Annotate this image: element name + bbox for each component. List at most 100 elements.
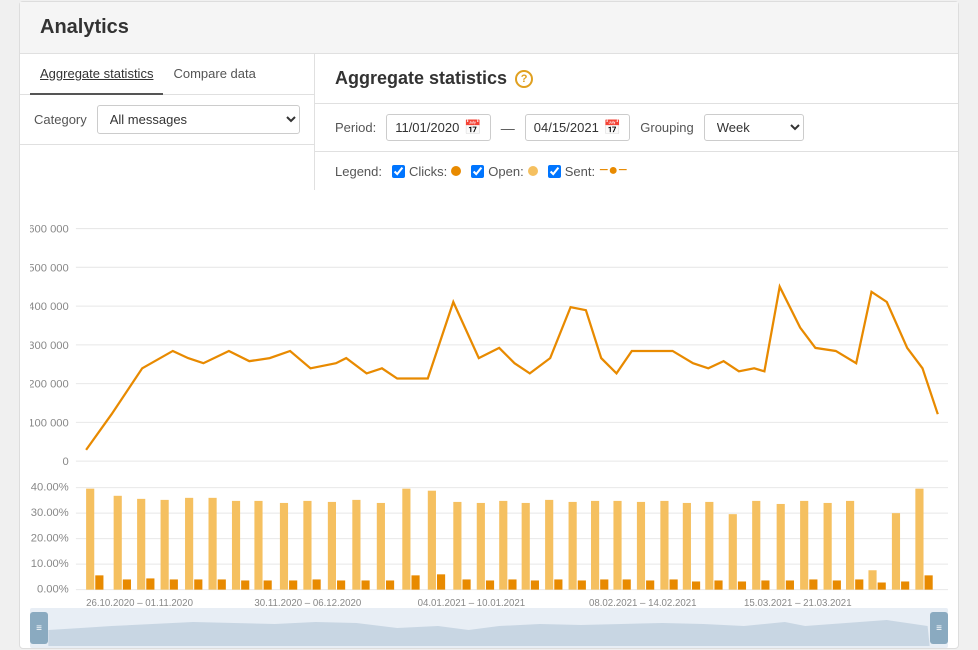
- svg-text:500 000: 500 000: [30, 262, 69, 274]
- svg-text:30.00%: 30.00%: [31, 507, 69, 519]
- bar-click-14: [411, 575, 419, 589]
- bar-open-23: [613, 501, 621, 590]
- svg-text:400 000: 400 000: [30, 301, 69, 313]
- date-separator: —: [501, 120, 515, 136]
- svg-text:30.11.2020 – 06.12.2020: 30.11.2020 – 06.12.2020: [254, 598, 361, 608]
- bar-click-6: [218, 579, 226, 589]
- bar-click-20: [554, 579, 562, 589]
- bar-click-26: [692, 581, 700, 589]
- bar-click-16: [462, 579, 470, 589]
- scrollbar-handle-right[interactable]: ≡: [930, 612, 948, 644]
- bar-click-22: [600, 579, 608, 589]
- app-container: Analytics Aggregate statistics Compare d…: [19, 1, 959, 649]
- legend-sent-icon: −●−: [599, 162, 627, 180]
- bar-open-19: [522, 503, 530, 590]
- calendar-start-icon: 📅: [464, 119, 481, 136]
- calendar-end-icon: 📅: [604, 119, 621, 136]
- bar-open-12: [352, 500, 360, 590]
- legend-clicks-checkbox[interactable]: [392, 165, 405, 178]
- svg-text:100 000: 100 000: [30, 417, 69, 429]
- bar-click-1: [95, 575, 103, 589]
- bar-click-18: [508, 579, 516, 589]
- bar-open-35: [892, 513, 900, 590]
- bar-click-4: [170, 579, 178, 589]
- bar-open-20: [545, 500, 553, 590]
- scrollbar-handle-left[interactable]: ≡: [30, 612, 48, 644]
- bar-click-21: [578, 580, 586, 589]
- app-title: Analytics: [40, 16, 938, 39]
- legend-sent-checkbox[interactable]: [548, 165, 561, 178]
- legend-sent: Sent: −●−: [548, 162, 628, 180]
- sent-line: [86, 287, 938, 450]
- svg-text:20.00%: 20.00%: [31, 533, 69, 545]
- bar-open-21: [569, 502, 577, 590]
- bar-open-16: [453, 502, 461, 590]
- help-icon[interactable]: ?: [515, 70, 533, 88]
- bar-open-4: [161, 500, 169, 590]
- grouping-select[interactable]: Day Week Month: [704, 114, 804, 141]
- bar-click-29: [761, 580, 769, 589]
- bar-open-27: [705, 502, 713, 590]
- svg-text:40.00%: 40.00%: [31, 482, 69, 494]
- bar-open-9: [280, 503, 288, 590]
- bar-click-17: [486, 580, 494, 589]
- category-label: Category: [34, 112, 87, 127]
- date-start-input[interactable]: 11/01/2020 📅: [386, 114, 491, 141]
- svg-text:10.00%: 10.00%: [31, 558, 69, 570]
- bar-open-5: [185, 498, 193, 590]
- bar-click-35: [901, 581, 909, 589]
- bar-open-8: [254, 501, 262, 590]
- bar-open-1: [86, 489, 94, 590]
- bar-open-14: [402, 489, 410, 590]
- svg-text:15.03.2021 – 21.03.2021: 15.03.2021 – 21.03.2021: [744, 598, 852, 608]
- bar-click-34: [878, 583, 886, 590]
- top-bar: Aggregate statistics Compare data Catego…: [20, 54, 958, 190]
- date-start-value: 11/01/2020: [395, 120, 459, 135]
- bar-open-7: [232, 501, 240, 590]
- bar-open-30: [777, 504, 785, 590]
- bar-open-17: [477, 503, 485, 590]
- svg-text:04.01.2021 – 10.01.2021: 04.01.2021 – 10.01.2021: [418, 598, 526, 608]
- bar-click-10: [313, 579, 321, 589]
- scrollbar-left-icon: ≡: [36, 623, 42, 634]
- tab-aggregate-statistics[interactable]: Aggregate statistics: [30, 54, 163, 95]
- bar-click-7: [241, 580, 249, 589]
- tab-compare-data[interactable]: Compare data: [163, 54, 265, 95]
- bar-open-29: [752, 501, 760, 590]
- legend-label: Legend:: [335, 164, 382, 179]
- bar-open-32: [824, 503, 832, 590]
- bar-click-27: [714, 580, 722, 589]
- bar-open-26: [683, 503, 691, 590]
- legend-sent-label: Sent:: [565, 164, 595, 179]
- bar-click-33: [855, 579, 863, 589]
- bar-open-10: [303, 501, 311, 590]
- date-end-input[interactable]: 04/15/2021 📅: [525, 114, 631, 141]
- scrollbar-right-icon: ≡: [936, 623, 942, 634]
- legend-open-checkbox[interactable]: [471, 165, 484, 178]
- bar-open-31: [800, 501, 808, 590]
- controls-panel: Aggregate statistics ? Period: 11/01/202…: [315, 54, 958, 190]
- svg-text:0.00%: 0.00%: [37, 584, 69, 596]
- bar-open-11: [328, 502, 336, 590]
- grouping-label: Grouping: [640, 120, 693, 135]
- bar-open-3: [137, 499, 145, 590]
- bar-click-36: [925, 575, 933, 589]
- bar-open-18: [499, 501, 507, 590]
- bar-click-28: [738, 581, 746, 589]
- legend-clicks: Clicks:: [392, 164, 461, 179]
- bar-click-3: [146, 578, 154, 589]
- legend-open-dot: [528, 166, 538, 176]
- category-select[interactable]: All messages Newsletters Transactional: [97, 105, 300, 134]
- date-end-value: 04/15/2021: [534, 120, 599, 135]
- scrollbar: ≡ ≡: [30, 608, 948, 648]
- bar-open-22: [591, 501, 599, 590]
- bar-click-24: [646, 580, 654, 589]
- bar-click-25: [670, 579, 678, 589]
- page-title-bar: Aggregate statistics ?: [315, 54, 958, 104]
- bar-open-15: [428, 491, 436, 590]
- svg-text:08.02.2021 – 14.02.2021: 08.02.2021 – 14.02.2021: [589, 598, 697, 608]
- bar-click-31: [809, 579, 817, 589]
- bar-open-28: [729, 514, 737, 589]
- app-header: Analytics: [20, 2, 958, 54]
- bar-click-30: [786, 580, 794, 589]
